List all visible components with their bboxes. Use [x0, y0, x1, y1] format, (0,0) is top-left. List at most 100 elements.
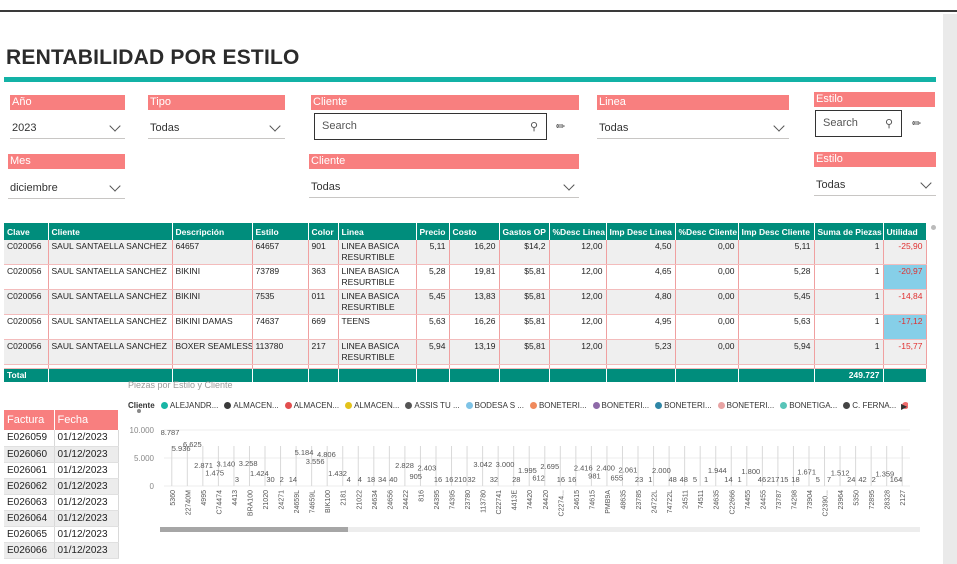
x-tick-label: 22740M [185, 490, 192, 515]
data-label: 24 [847, 475, 855, 484]
column-header-utilidad[interactable]: Utilidad [883, 223, 927, 240]
table-cell: 011 [308, 289, 339, 315]
column-header-clave[interactable]: Clave [4, 223, 49, 240]
estilo-search-input[interactable]: Search ⚲ [815, 110, 902, 137]
x-tick-label: 24511 [683, 490, 690, 509]
legend-item-label: BODESA S ... [474, 401, 524, 410]
title-underline [4, 77, 936, 82]
table-cell: 1 [814, 289, 884, 315]
column-header-gastos-op[interactable]: Gastos OP [499, 223, 550, 240]
list-item[interactable]: E026061 01/12/2023 [4, 462, 119, 479]
table-cell: SAUL SANTAELLA SANCHEZ [48, 264, 173, 290]
list-item[interactable]: E026064 01/12/2023 [4, 510, 119, 527]
legend-item[interactable]: ALMACEN... [345, 401, 399, 410]
legend-item[interactable]: BODESA S ... [465, 401, 524, 410]
chart-horizontal-scrollbar[interactable] [160, 527, 920, 532]
data-label: 15 [780, 475, 788, 484]
chart-scrollbar-thumb[interactable] [160, 527, 348, 532]
legend-item[interactable]: ASSIS TU ... [405, 401, 460, 410]
column-header-desc-cliente[interactable]: %Desc Cliente [675, 223, 739, 240]
table-scrollbar-dot[interactable] [931, 225, 936, 230]
legend-item-label: BONETERI... [726, 401, 775, 410]
legend-item[interactable]: ALMACEN... [284, 401, 340, 410]
legend-item[interactable]: BONETIGA... [780, 401, 837, 410]
column-header-suma-piezas[interactable]: Suma de Piezas [814, 223, 884, 240]
table-row[interactable]: C020056 SAUL SANTAELLA SANCHEZ BIKINI 73789… [4, 264, 927, 290]
x-tick-label: 74615 [589, 490, 596, 510]
column-header-descripcion[interactable]: Descripción [172, 223, 253, 240]
table-row[interactable]: C020056 SAUL SANTAELLA SANCHEZ BIKINI 7535 0… [4, 289, 927, 315]
list-item[interactable]: E026062 01/12/2023 [4, 478, 119, 495]
slicer-cliente-dropdown[interactable]: Todas [309, 176, 579, 198]
legend-item[interactable]: ALMACEN... [224, 401, 279, 410]
column-header-costo[interactable]: Costo [449, 223, 500, 240]
table-row[interactable]: C020056 SAUL SANTAELLA SANCHEZ BIKINI DAMA… [4, 314, 927, 340]
slicer-tipo-dropdown[interactable]: Todas [148, 117, 285, 139]
column-header-desc-linea[interactable]: %Desc Linea [549, 223, 607, 240]
column-header-estilo[interactable]: Estilo [252, 223, 309, 240]
column-header-factura[interactable]: Factura [4, 410, 55, 430]
data-label: 14 [289, 475, 297, 484]
x-tick-label: 4995 [201, 490, 208, 506]
list-item[interactable]: E026060 01/12/2023 [4, 446, 119, 463]
slicer-tipo: Tipo Todas [148, 95, 285, 139]
legend-dot-icon [717, 402, 725, 409]
slicer-anio-header: Año [10, 95, 125, 110]
column-header-imp-desc-linea[interactable]: Imp Desc Linea [606, 223, 676, 240]
data-label: 1.944 [708, 466, 727, 475]
x-tick-label: PMB9A [605, 490, 612, 514]
eraser-icon[interactable]: ✏ [912, 117, 921, 130]
legend-item[interactable]: BONETERI... [592, 401, 649, 410]
table-cell: 5,28 [416, 264, 450, 290]
slicer-mes-dropdown[interactable]: diciembre [8, 177, 125, 199]
column-header-imp-desc-cliente[interactable]: Imp Desc Cliente [738, 223, 815, 240]
table-cell: BIKINI DAMAS [172, 314, 253, 340]
table-cell: 5,94 [416, 339, 450, 365]
data-label: 2.828 [395, 461, 414, 470]
piezas-chart: 10.0005.00005360 22740M 4995 C74474 4413 BRA1… [130, 426, 910, 516]
column-header-fecha[interactable]: Fecha [54, 410, 119, 430]
column-header-cliente[interactable]: Cliente [48, 223, 173, 240]
list-item[interactable]: E026059 01/12/2023 [4, 430, 119, 447]
slicer-estilo-dropdown[interactable]: Todas [814, 174, 936, 196]
table-cell: 74637 [252, 314, 309, 340]
eraser-icon[interactable]: ✏ [556, 120, 565, 133]
table-cell: C020056 [4, 289, 49, 315]
data-label: 981 [588, 472, 601, 481]
table-row[interactable]: C020056 SAUL SANTAELLA SANCHEZ BOXER SEAML… [4, 339, 927, 365]
cliente-search-input[interactable]: Search ⚲ [314, 113, 547, 140]
legend-item[interactable]: BONETERI... [529, 401, 587, 410]
table-cell: -20,97 [883, 264, 927, 290]
list-item[interactable]: E026066 01/12/2023 [4, 542, 119, 559]
table-cell: LINEA BASICA RESURTIBLE [338, 339, 417, 365]
list-item[interactable]: E026063 01/12/2023 [4, 494, 119, 511]
factura-cell: E026060 [4, 446, 55, 463]
table-cell [606, 368, 676, 382]
table-row[interactable]: C020056 SAUL SANTAELLA SANCHEZ 64657 64657 9… [4, 240, 927, 265]
legend-next-arrow-icon[interactable]: ▶ [901, 402, 907, 411]
data-label: 2.061 [619, 465, 638, 474]
right-scroll-gutter[interactable] [943, 14, 957, 564]
table-cell: C020056 [4, 314, 49, 340]
table-cell [338, 368, 417, 382]
data-label: 16 [434, 475, 442, 484]
table-cell: 217 [308, 339, 339, 365]
slicer-anio-dropdown[interactable]: 2023 [10, 117, 125, 139]
legend-item[interactable]: C. FERNA... [843, 401, 896, 410]
legend-item[interactable]: BONETERI... [717, 401, 775, 410]
chevron-down-icon [920, 177, 932, 189]
list-item[interactable]: E026065 01/12/2023 [4, 526, 119, 543]
slicer-linea-dropdown[interactable]: Todas [597, 117, 789, 139]
column-header-color[interactable]: Color [308, 223, 339, 240]
slicer-anio-value: 2023 [12, 122, 37, 134]
facturas-header-row: Factura Fecha [4, 410, 119, 430]
legend-item-label: ALMACEN... [293, 401, 340, 410]
legend-item[interactable]: BONETERI... [655, 401, 712, 410]
data-label: 3.258 [239, 459, 258, 468]
table-header-row: Clave Cliente Descripción Estilo Color L… [4, 223, 927, 240]
table-cell: 5,11 [416, 240, 450, 265]
legend-dot-icon [780, 402, 788, 409]
column-header-linea[interactable]: Linea [338, 223, 417, 240]
legend-item[interactable]: ALEJANDR... [160, 401, 218, 410]
column-header-precio[interactable]: Precio [416, 223, 450, 240]
